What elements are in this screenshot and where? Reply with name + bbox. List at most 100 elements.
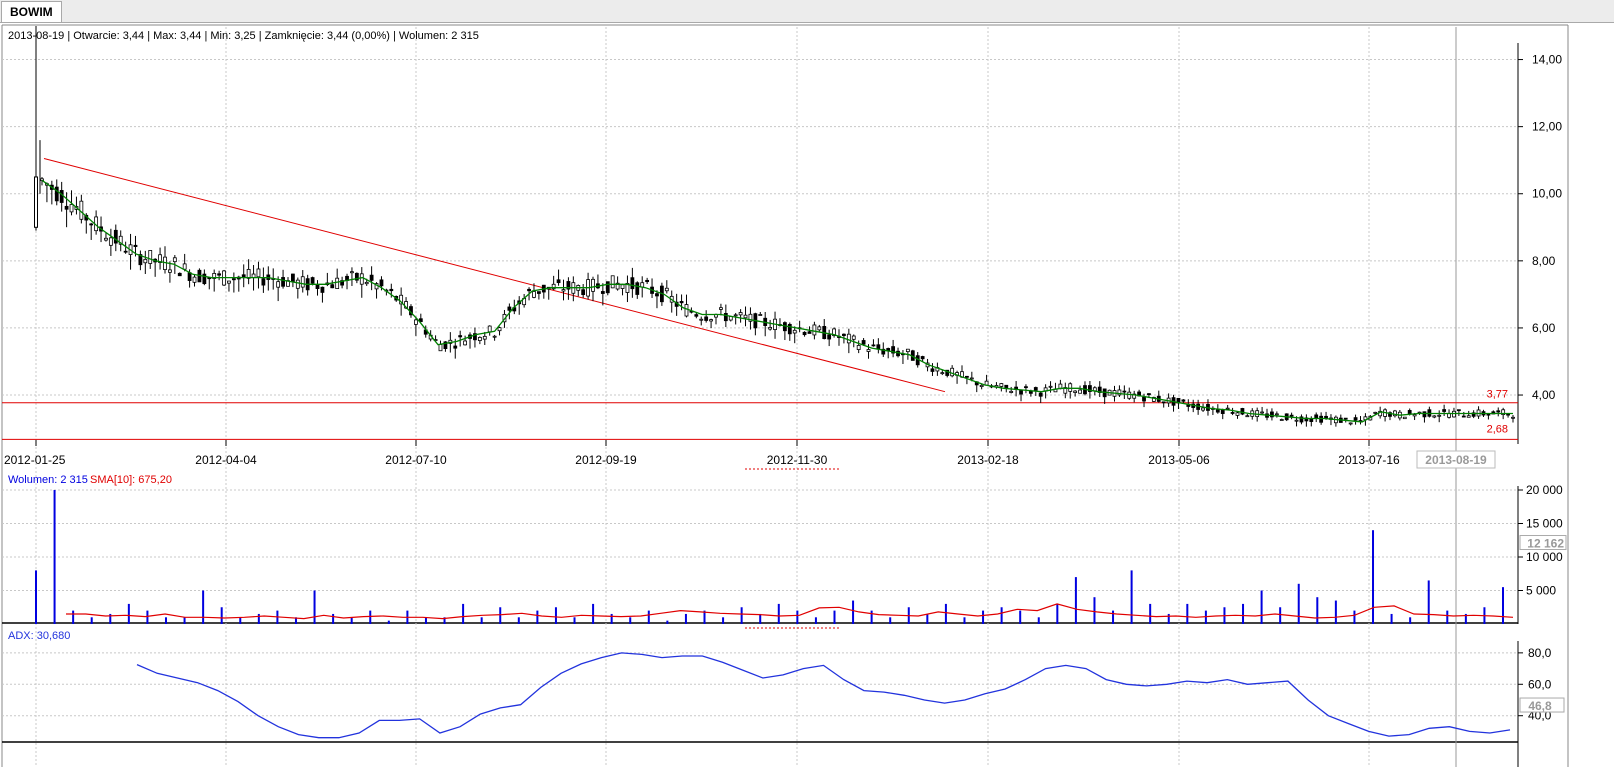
candle-body xyxy=(1161,401,1166,404)
candle-body xyxy=(54,186,59,202)
candle-body xyxy=(679,301,684,304)
candle-body xyxy=(1220,409,1225,414)
candle-body xyxy=(738,312,743,316)
candle-body xyxy=(684,304,689,317)
candle-body xyxy=(438,344,443,352)
candle-body xyxy=(310,277,315,284)
candle-body xyxy=(620,284,625,289)
volume-bar xyxy=(220,607,223,624)
volume-bar xyxy=(257,613,260,624)
candle-body xyxy=(89,223,94,226)
volume-bar xyxy=(1446,610,1449,624)
candle-body xyxy=(1230,412,1235,414)
date-tick-label: 2013-02-18 xyxy=(957,453,1019,467)
date-tick-label: 2012-11-30 xyxy=(767,453,828,467)
candle-body xyxy=(733,314,738,317)
candle-body xyxy=(413,319,418,325)
volume-bar xyxy=(870,610,873,624)
volume-bar xyxy=(777,603,780,624)
candle-body xyxy=(108,237,113,246)
candle-body xyxy=(802,331,807,336)
candle-body xyxy=(182,263,187,270)
candle-body xyxy=(600,291,605,294)
volume-bar xyxy=(722,617,725,624)
volume-bar xyxy=(1316,597,1319,624)
volume-bar xyxy=(517,617,520,624)
candle-body xyxy=(1348,422,1353,425)
candle-body xyxy=(1122,390,1127,393)
candle-body xyxy=(217,273,222,276)
candle-body xyxy=(1038,392,1043,397)
candle-body xyxy=(172,257,177,263)
volume-bar xyxy=(1279,607,1282,624)
candle-body xyxy=(1181,399,1186,402)
volume-bar xyxy=(1334,600,1337,624)
volume-sma-legend: SMA[10]: 675,20 xyxy=(90,474,172,486)
candle-body xyxy=(1343,417,1348,420)
candle-body xyxy=(1073,390,1078,393)
candle-body xyxy=(168,269,172,273)
candle-body xyxy=(709,319,713,322)
price-tick-label: 12,00 xyxy=(1532,120,1562,134)
candle-body xyxy=(1402,416,1407,420)
date-tick-label: 2013-07-16 xyxy=(1338,453,1400,467)
candle-body xyxy=(655,293,659,297)
candle-body xyxy=(1456,409,1461,412)
volume-bar xyxy=(499,607,502,624)
candle-body xyxy=(64,205,69,210)
candle-body xyxy=(113,229,118,244)
volume-bar xyxy=(684,613,687,624)
volume-bar xyxy=(72,610,75,624)
candle-body xyxy=(719,307,723,310)
candle-body xyxy=(1496,410,1501,413)
adx-tick-label: 80,0 xyxy=(1528,646,1552,660)
candle-body xyxy=(1274,413,1279,416)
candle-body xyxy=(807,331,812,334)
candle-body xyxy=(1260,411,1264,414)
candle-body xyxy=(330,284,335,289)
volume-bar xyxy=(239,617,242,624)
candle-body xyxy=(477,336,482,341)
adx-current-label: 46,8 xyxy=(1528,699,1552,713)
volume-bar xyxy=(1427,580,1430,624)
candle-body xyxy=(532,291,536,298)
candle-body xyxy=(1279,419,1284,421)
volume-legend: Wolumen: 2 315 xyxy=(8,474,88,486)
level-label: 2,68 xyxy=(1487,423,1508,435)
candle-body xyxy=(723,313,728,322)
level-label: 3,77 xyxy=(1487,389,1508,401)
candle-body xyxy=(1033,387,1038,391)
volume-bar xyxy=(1186,603,1189,624)
volume-bar xyxy=(332,613,335,624)
candle-body xyxy=(1314,414,1319,419)
date-tick-label: 2012-07-10 xyxy=(385,453,447,467)
candle-body xyxy=(463,340,467,346)
candle-body xyxy=(743,314,748,319)
candle-body xyxy=(231,278,236,281)
candle-body xyxy=(34,176,38,228)
candle-body xyxy=(261,278,266,286)
volume-bar xyxy=(740,607,743,624)
candle-body xyxy=(69,204,74,213)
adx-legend: ADX: 30,680 xyxy=(8,630,70,642)
candle-body xyxy=(1511,416,1515,419)
candle-body xyxy=(482,335,487,340)
tab-bowim[interactable]: BOWIM xyxy=(1,1,62,22)
candle-body xyxy=(1506,413,1510,416)
candle-body xyxy=(104,237,108,241)
candle-body xyxy=(1225,407,1230,410)
volume-bar xyxy=(127,603,130,624)
volume-bar xyxy=(852,600,855,624)
candle-body xyxy=(1353,417,1358,421)
candle-body xyxy=(1240,408,1245,415)
candle-body xyxy=(458,335,463,338)
volume-bar xyxy=(387,620,390,624)
volume-tick-label: 15 000 xyxy=(1526,517,1563,531)
volume-bar xyxy=(350,617,353,624)
candle-body xyxy=(1048,385,1053,388)
volume-bar xyxy=(202,590,205,624)
stock-chart[interactable]: 2013-08-19 | Otwarcie: 3,44 | Max: 3,44 … xyxy=(0,23,1614,767)
candle-body xyxy=(1373,411,1378,414)
price-tick-label: 10,00 xyxy=(1532,187,1562,201)
candle-body xyxy=(664,287,669,292)
